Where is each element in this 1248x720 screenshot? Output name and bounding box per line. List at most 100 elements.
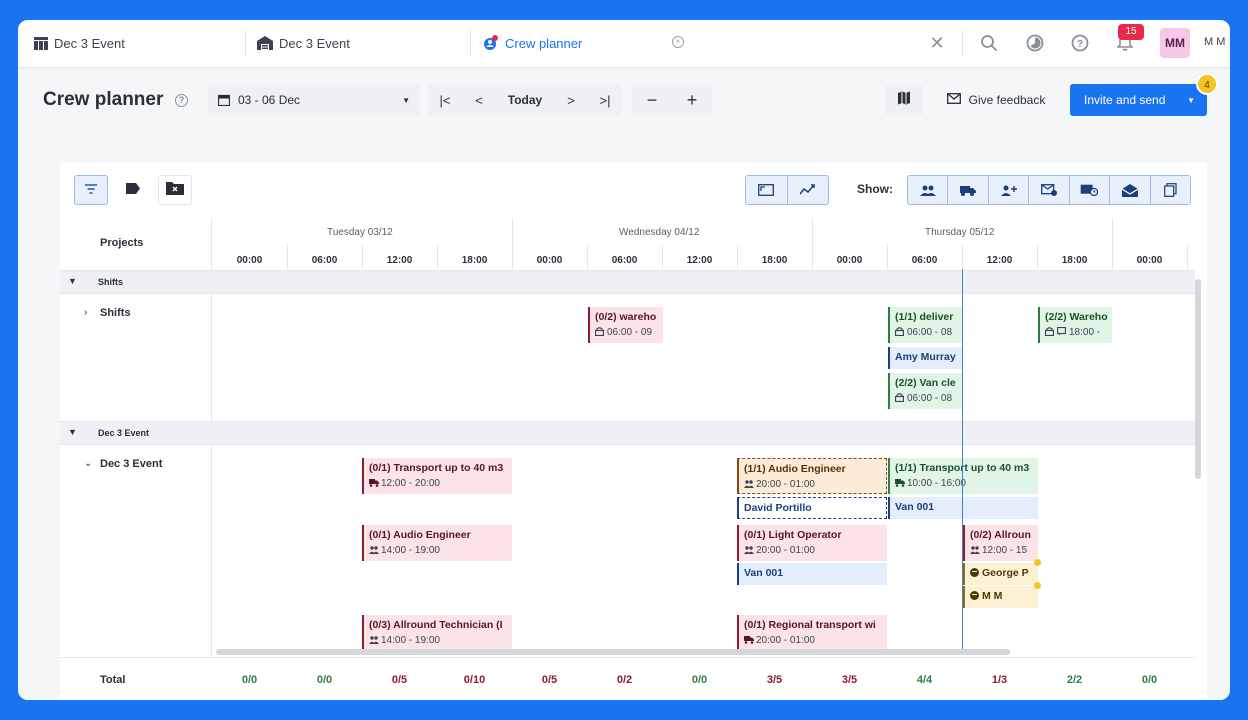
chevron-down-icon[interactable]: ⌄ [84, 458, 92, 469]
close-icon[interactable]: ✕ [926, 32, 948, 54]
table-icon [34, 36, 48, 50]
give-feedback-label: Give feedback [968, 93, 1046, 107]
tab-dec3-event-warehouse[interactable]: Dec 3 Event [257, 20, 467, 66]
tab-close-icon[interactable]: × [672, 36, 684, 48]
trend-icon[interactable] [788, 176, 829, 204]
lock-icon [894, 392, 905, 403]
sub-group-label: Shifts [100, 307, 131, 319]
caret-down-icon: ▼ [1187, 96, 1195, 105]
crew-chip[interactable]: David Portillo [737, 497, 887, 519]
date-nav-group: |< < Today > >| [428, 85, 622, 115]
horizontal-scrollbar[interactable] [216, 649, 1010, 655]
add-crew-icon[interactable] [989, 176, 1030, 204]
help-icon[interactable]: ? [1069, 32, 1091, 54]
group-row-dec3-event[interactable]: ▼ Dec 3 Event [60, 421, 1195, 445]
hour-header: 00:00 [236, 255, 263, 266]
event-card[interactable]: (0/2) Allroun 12:00 - 15 [963, 525, 1038, 561]
chevron-right-icon[interactable]: › [84, 307, 87, 318]
hour-header: 12:00 [986, 255, 1013, 266]
avatar[interactable]: MM [1160, 28, 1190, 58]
filter-button[interactable] [74, 175, 108, 205]
card-time: 06:00 - 08 [907, 393, 953, 404]
last-page-icon[interactable]: >| [588, 85, 622, 115]
card-time: 06:00 - 09 [607, 327, 653, 338]
tab-label: Dec 3 Event [279, 35, 350, 51]
search-icon[interactable] [978, 32, 1000, 54]
vehicle-chip[interactable]: Van 001 [888, 497, 1038, 519]
card-time: 12:00 - 15 [982, 545, 1028, 556]
tab-crew-planner[interactable]: Crew planner [483, 20, 693, 66]
event-card[interactable]: (1/1) Audio Engineer 20:00 - 01:00 [737, 458, 887, 494]
fit-view-icon[interactable] [746, 176, 788, 204]
shift-card[interactable]: (2/2) Van cle 06:00 - 08 [888, 373, 962, 409]
tab-dec3-event-table[interactable]: Dec 3 Event [34, 20, 244, 66]
total-cell: 4/4 [916, 674, 933, 686]
mail-clock-icon[interactable] [1070, 176, 1111, 204]
zoom-out-button[interactable]: − [632, 85, 672, 115]
event-card[interactable]: (0/1) Audio Engineer 14:00 - 19:00 [362, 525, 512, 561]
give-feedback-button[interactable]: Give feedback [936, 85, 1056, 115]
mail-open-icon[interactable] [1110, 176, 1151, 204]
map-button[interactable] [885, 85, 923, 115]
crew-chip[interactable]: George P [963, 563, 1038, 585]
tab-label: Dec 3 Event [54, 35, 125, 51]
shift-card[interactable]: (2/2) Wareho 18:00 - [1038, 307, 1112, 343]
truck-icon [744, 634, 754, 644]
invite-and-send-button[interactable]: Invite and send ▼ [1070, 84, 1207, 116]
date-range-select[interactable]: 03 - 06 Dec ▼ [208, 85, 420, 115]
card-title: (0/1) Regional transport wi [744, 619, 876, 631]
group-label: Dec 3 Event [98, 428, 150, 438]
vehicle-chip[interactable]: Van 001 [737, 563, 887, 585]
first-page-icon[interactable]: |< [428, 85, 462, 115]
shift-card[interactable]: (0/2) wareho 06:00 - 09 [588, 307, 663, 343]
app-window: Dec 3 Event Dec 3 Event Crew planner × ✕… [18, 20, 1230, 700]
card-title: (1/1) Transport up to 40 m3 [895, 462, 1030, 474]
card-title: (0/1) Audio Engineer [369, 529, 471, 541]
total-cell: 1/3 [991, 674, 1008, 686]
lock-icon [594, 326, 605, 337]
truck-icon[interactable] [948, 176, 989, 204]
event-card[interactable]: (0/1) Light Operator 20:00 - 01:00 [737, 525, 887, 561]
zoom-in-button[interactable]: + [672, 85, 712, 115]
total-cell: 3/5 [841, 674, 858, 686]
invite-label: Invite and send [1084, 93, 1166, 107]
lock-icon [894, 326, 905, 337]
group-row-shifts[interactable]: ▼ Shifts [60, 270, 1195, 294]
event-card[interactable]: (0/1) Transport up to 40 m3 12:00 - 20:0… [362, 458, 512, 494]
main-area: Crew planner ? 03 - 06 Dec ▼ |< < Today … [18, 69, 1230, 700]
shift-card[interactable]: (1/1) deliver 06:00 - 08 [888, 307, 962, 343]
help-circle-icon[interactable]: ? [175, 94, 188, 107]
crew-chip[interactable]: M M [963, 586, 1038, 608]
vertical-scrollbar[interactable] [1195, 279, 1201, 479]
date-range-value: 03 - 06 Dec [238, 93, 301, 107]
folder-button[interactable] [158, 175, 192, 205]
next-icon[interactable]: > [554, 85, 588, 115]
projects-header: Projects [100, 237, 144, 249]
card-time: 20:00 - 01:00 [756, 545, 815, 556]
card-title: (0/2) wareho [595, 311, 657, 323]
show-label: Show: [857, 182, 893, 196]
event-card[interactable]: (0/3) Allround Technician (I 14:00 - 19:… [362, 615, 512, 651]
card-title: (0/1) Light Operator [744, 529, 842, 541]
total-cell: 0/2 [616, 674, 633, 686]
card-title: (1/1) deliver [895, 311, 954, 323]
today-button[interactable]: Today [496, 85, 554, 115]
page-title: Crew planner [43, 89, 164, 110]
hour-header: 06:00 [911, 255, 938, 266]
label-button[interactable] [116, 175, 150, 205]
activity-icon[interactable] [1024, 32, 1046, 54]
copy-icon[interactable] [1151, 176, 1190, 204]
event-card[interactable]: (0/1) Regional transport wi 20:00 - 01:0… [737, 615, 887, 651]
crew-chip[interactable]: Amy Murray [888, 347, 962, 369]
mail-check-icon[interactable] [1029, 176, 1070, 204]
crew-icon[interactable] [908, 176, 949, 204]
prev-icon[interactable]: < [462, 85, 496, 115]
tab-label: Crew planner [505, 35, 583, 51]
face-icon [970, 568, 979, 577]
event-card[interactable]: (1/1) Transport up to 40 m3 10:00 - 16:0… [888, 458, 1038, 494]
crew-icon [744, 544, 754, 554]
folder-x-icon [166, 181, 184, 200]
hour-header: 18:00 [1061, 255, 1088, 266]
hour-header: 12:00 [686, 255, 713, 266]
user-name[interactable]: M M [1204, 36, 1225, 48]
